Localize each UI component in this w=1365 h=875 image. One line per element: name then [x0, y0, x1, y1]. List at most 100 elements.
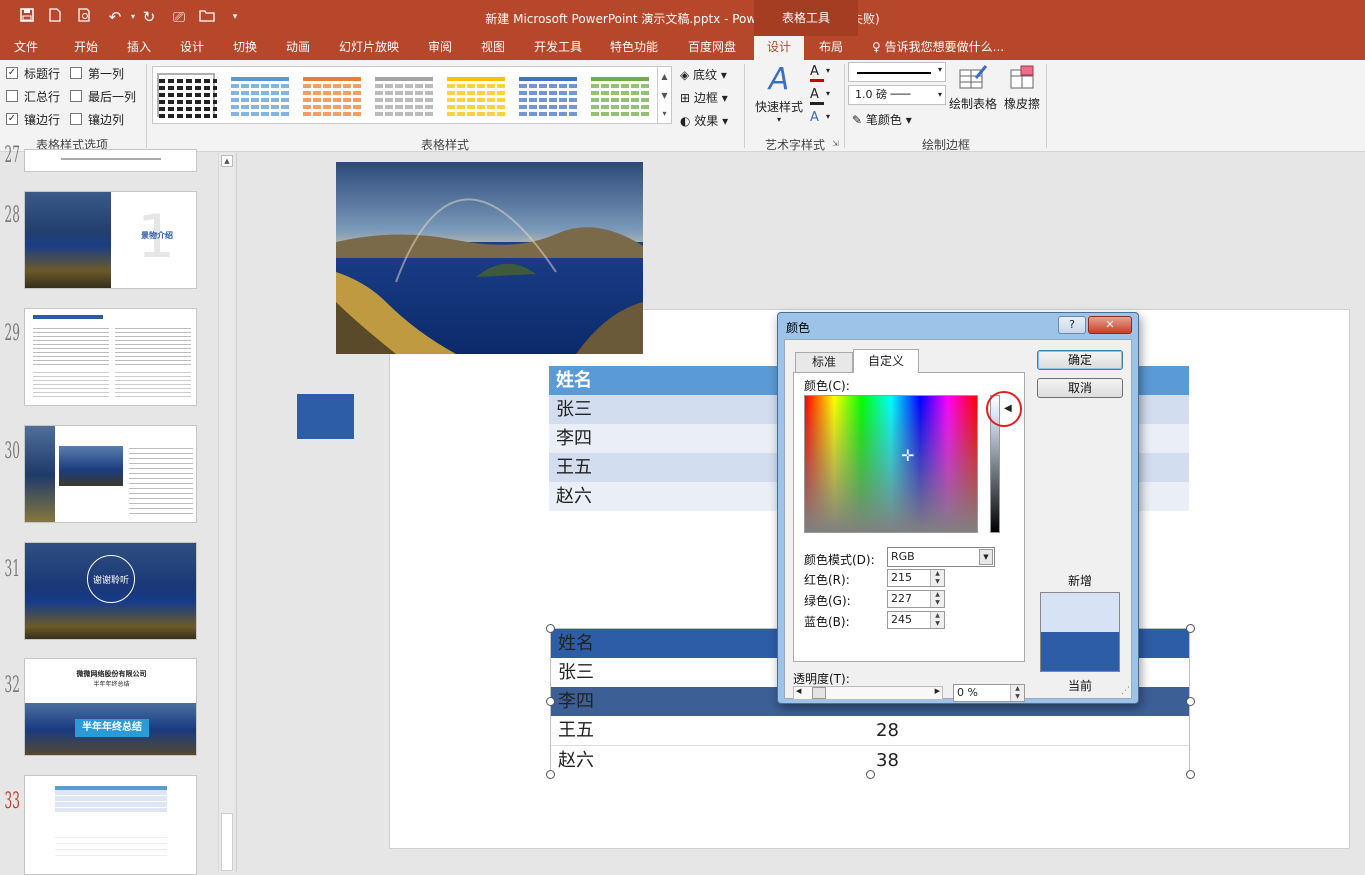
slider-thumb[interactable]: [812, 687, 826, 699]
checkbox-banded-columns[interactable]: 镶边列: [70, 110, 124, 128]
blue-rectangle-shape[interactable]: [297, 394, 354, 439]
slider-left-icon[interactable]: ◀: [796, 687, 801, 695]
tab-view[interactable]: 视图: [467, 36, 519, 60]
gallery-more-icon[interactable]: ▾: [658, 105, 671, 123]
checkbox-last-column[interactable]: 最后一列: [70, 87, 136, 105]
table-cell[interactable]: 28: [869, 716, 1189, 745]
dropdown-arrow-icon[interactable]: ▾: [826, 112, 830, 121]
table-style-swatch[interactable]: [519, 73, 577, 117]
resize-handle[interactable]: [1186, 770, 1195, 779]
tab-features[interactable]: 特色功能: [602, 36, 666, 60]
tab-developer[interactable]: 开发工具: [526, 36, 590, 60]
table-style-swatch[interactable]: [303, 73, 361, 117]
table-cell[interactable]: 王五: [551, 716, 869, 745]
text-outline-icon[interactable]: A: [810, 87, 824, 105]
table-row[interactable]: 王五 28: [551, 716, 1189, 746]
cancel-button[interactable]: 取消: [1037, 378, 1123, 398]
landscape-photo[interactable]: [336, 162, 643, 354]
slide-thumbnail-31[interactable]: 谢谢聆听: [24, 542, 197, 640]
resize-grip-icon[interactable]: ⋰: [1121, 686, 1130, 696]
dialog-launcher-icon[interactable]: ⇲: [832, 139, 839, 148]
table-style-swatch[interactable]: [157, 73, 217, 118]
slide-thumbnail-29[interactable]: [24, 308, 197, 406]
slide-thumbnail-32[interactable]: 微微网络股份有限公司 半年年终总结 半年年终总结: [24, 658, 197, 756]
color-spectrum[interactable]: ✛: [804, 395, 978, 533]
effects-button[interactable]: ◐ 效果 ▾: [680, 112, 728, 129]
tab-file[interactable]: 文件: [0, 36, 52, 60]
spin-arrows[interactable]: ▲ ▼: [1010, 685, 1024, 701]
tab-standard[interactable]: 标准: [795, 352, 853, 372]
slide-number: 32: [4, 673, 20, 698]
text-fill-icon[interactable]: A: [810, 64, 824, 82]
tab-review[interactable]: 审阅: [414, 36, 466, 60]
tab-slideshow[interactable]: 幻灯片放映: [332, 36, 406, 60]
draw-table-button[interactable]: 绘制表格: [948, 64, 998, 112]
pen-color-button[interactable]: ✎ 笔颜色 ▾: [852, 111, 912, 128]
tab-design[interactable]: 设计: [166, 36, 218, 60]
table-cell[interactable]: 赵六: [551, 746, 869, 775]
tab-animations[interactable]: 动画: [272, 36, 324, 60]
thumbnail-scrollbar[interactable]: ▲: [218, 153, 234, 872]
tab-table-layout[interactable]: 布局: [806, 36, 856, 60]
checkbox-header-row[interactable]: ✓ 标题行: [6, 64, 60, 82]
spin-arrows[interactable]: ▲ ▼: [930, 591, 944, 607]
checkbox-first-column[interactable]: 第一列: [70, 64, 124, 82]
table-style-swatch[interactable]: [447, 73, 505, 117]
colors-label: 颜色(C):: [804, 379, 850, 393]
transparency-input[interactable]: 0 % ▲ ▼: [953, 684, 1025, 702]
blue-input[interactable]: 245 ▲ ▼: [887, 611, 945, 629]
ok-button[interactable]: 确定: [1037, 350, 1123, 370]
ribbon: ✓ 标题行 第一列 汇总行 最后一列 ✓ 镶边行 镶边列 表格样式选项 ▲ ▼ ▾ …: [0, 60, 1365, 152]
eraser-button[interactable]: 橡皮擦: [1000, 64, 1044, 112]
resize-handle[interactable]: [546, 770, 555, 779]
tab-custom[interactable]: 自定义: [853, 349, 919, 373]
quick-styles-button[interactable]: A 快速样式 ▾: [754, 62, 804, 128]
resize-handle[interactable]: [866, 770, 875, 779]
tab-table-design[interactable]: 设计: [754, 36, 804, 60]
resize-handle[interactable]: [546, 624, 555, 633]
table-style-swatch[interactable]: [591, 73, 649, 117]
gallery-scroll[interactable]: ▲ ▼ ▾: [657, 67, 671, 123]
table-style-swatch[interactable]: [231, 73, 289, 117]
resize-handle[interactable]: [546, 697, 555, 706]
table-cell[interactable]: 38: [869, 746, 1189, 775]
scroll-down-icon[interactable]: ▼: [658, 86, 671, 105]
slide-thumbnail-27[interactable]: [24, 149, 197, 172]
close-button[interactable]: ✕: [1088, 316, 1132, 334]
swatch-stripe: [231, 105, 289, 109]
tab-transitions[interactable]: 切换: [219, 36, 271, 60]
color-model-select[interactable]: RGB ▼: [887, 547, 995, 567]
help-button[interactable]: ?: [1058, 316, 1086, 334]
text-effects-icon[interactable]: A: [810, 110, 819, 125]
dropdown-arrow-icon[interactable]: ▾: [826, 89, 830, 98]
tell-me-box[interactable]: ♀ 告诉我您想要做什么...: [872, 36, 1004, 58]
dropdown-arrow-icon[interactable]: ▾: [826, 66, 830, 75]
resize-handle[interactable]: [1186, 624, 1195, 633]
slide-thumbnail-28[interactable]: 1 景物介绍: [24, 191, 197, 289]
transparency-slider[interactable]: ◀ ▶: [793, 686, 943, 700]
resize-handle[interactable]: [1186, 697, 1195, 706]
swatch-stripe: [231, 98, 289, 102]
pen-weight-dropdown[interactable]: 1.0 磅 ─── ▾: [848, 85, 946, 105]
shading-button[interactable]: ◈ 底纹 ▾: [680, 66, 727, 83]
tab-insert[interactable]: 插入: [113, 36, 165, 60]
slider-right-icon[interactable]: ▶: [935, 687, 940, 695]
spin-arrows[interactable]: ▲ ▼: [930, 570, 944, 586]
slide-thumbnail-30[interactable]: [24, 425, 197, 523]
checkbox-total-row[interactable]: 汇总行: [6, 87, 60, 105]
table-style-swatch[interactable]: [375, 73, 433, 117]
swatch-stripe: [519, 91, 577, 95]
red-input[interactable]: 215 ▲ ▼: [887, 569, 945, 587]
scroll-up-icon[interactable]: ▲: [221, 155, 233, 167]
swatch-stripe: [375, 105, 433, 109]
spin-arrows[interactable]: ▲ ▼: [930, 612, 944, 628]
checkbox-banded-rows[interactable]: ✓ 镶边行: [6, 110, 60, 128]
green-input[interactable]: 227 ▲ ▼: [887, 590, 945, 608]
tab-baidu-netdisk[interactable]: 百度网盘: [680, 36, 744, 60]
slide-thumbnail-33[interactable]: [24, 775, 197, 875]
scroll-up-icon[interactable]: ▲: [658, 67, 671, 86]
borders-button[interactable]: ⊞ 边框 ▾: [680, 89, 728, 106]
pen-style-dropdown[interactable]: ▾: [848, 62, 946, 82]
tab-home[interactable]: 开始: [60, 36, 112, 60]
scroll-thumb[interactable]: [221, 813, 233, 871]
